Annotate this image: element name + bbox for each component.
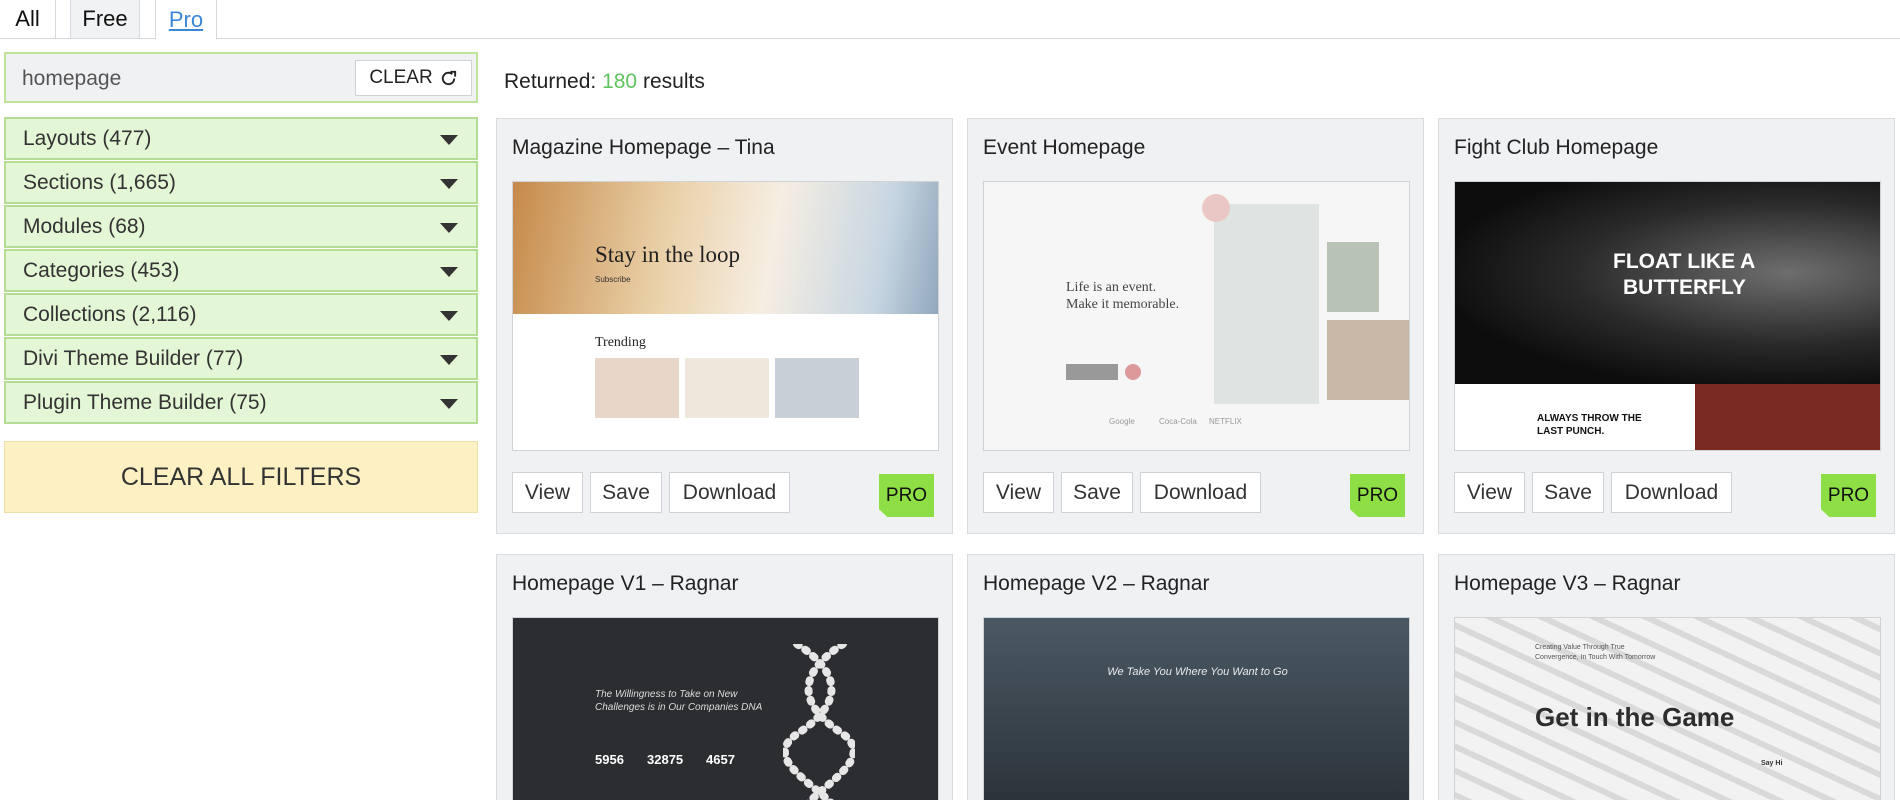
stat-value: 5956	[595, 752, 624, 767]
layout-card: Homepage V1 – Ragnar The Willingness to …	[496, 554, 953, 800]
save-button[interactable]: Save	[1061, 472, 1133, 513]
thumb-subscribe: Subscribe	[595, 275, 631, 284]
filter-label: Collections (2,116)	[23, 302, 197, 326]
thumb-cta: Say Hi	[1761, 760, 1783, 767]
layout-thumbnail[interactable]: We Take You Where You Want to Go	[983, 617, 1410, 800]
pro-badge: PRO	[879, 474, 934, 517]
save-button[interactable]: Save	[590, 472, 662, 513]
thumb-tagline: LAST PUNCH.	[1537, 426, 1605, 437]
caret-down-icon	[440, 179, 458, 189]
logo-text: Google	[1109, 417, 1135, 426]
layout-thumbnail[interactable]: Life is an event. Make it memorable. Goo…	[983, 181, 1410, 451]
thumb-section: Trending	[595, 335, 646, 350]
results-prefix: Returned:	[504, 70, 597, 93]
card-title: Homepage V3 – Ragnar	[1454, 572, 1681, 595]
event-image	[1327, 242, 1379, 312]
filter-divi-theme-builder[interactable]: Divi Theme Builder (77)	[4, 337, 478, 380]
thumb-small-text: Convergence, In Touch With Tomorrow	[1535, 654, 1656, 661]
filter-label: Modules (68)	[23, 214, 146, 238]
thumb-image	[685, 358, 769, 418]
results-suffix: results	[642, 70, 705, 93]
thumb-headline: Life is an event.	[1066, 280, 1157, 295]
layout-card: Fight Club Homepage FLOAT LIKE A BUTTERF…	[1438, 118, 1895, 534]
thumb-small-text: Creating Value Through True	[1535, 644, 1625, 651]
layout-thumbnail[interactable]: Stay in the loop Subscribe Trending	[512, 181, 939, 451]
search-bar: CLEAR	[4, 52, 478, 103]
play-icon	[1125, 364, 1141, 380]
thumb-headline: BUTTERFLY	[1623, 276, 1746, 299]
thumb-line: The Willingness to Take on New	[595, 689, 738, 700]
thumb-headline: We Take You Where You Want to Go	[1107, 666, 1288, 678]
pro-badge: PRO	[1350, 474, 1405, 517]
caret-down-icon	[440, 399, 458, 409]
layout-thumbnail[interactable]: The Willingness to Take on New Challenge…	[512, 617, 939, 800]
download-button[interactable]: Download	[1140, 472, 1261, 513]
caret-down-icon	[440, 311, 458, 321]
caret-down-icon	[440, 267, 458, 277]
view-button[interactable]: View	[1454, 472, 1525, 513]
tab-pro[interactable]: Pro	[155, 0, 217, 40]
filter-label: Categories (453)	[23, 258, 180, 282]
caret-down-icon	[440, 355, 458, 365]
refresh-icon	[441, 70, 456, 85]
thumb-image	[595, 358, 679, 418]
card-title: Homepage V1 – Ragnar	[512, 572, 739, 595]
layout-card: Homepage V3 – Ragnar Creating Value Thro…	[1438, 554, 1895, 800]
card-title: Homepage V2 – Ragnar	[983, 572, 1210, 595]
thumb-headline: FLOAT LIKE A	[1613, 250, 1756, 273]
filter-layouts[interactable]: Layouts (477)	[4, 117, 478, 160]
filter-sections[interactable]: Sections (1,665)	[4, 161, 478, 204]
filter-label: Layouts (477)	[23, 126, 152, 150]
pro-badge: PRO	[1821, 474, 1876, 517]
card-title: Fight Club Homepage	[1454, 136, 1659, 159]
decorative-circle	[1202, 194, 1230, 222]
thumb-tagline: ALWAYS THROW THE	[1537, 413, 1642, 424]
layout-card: Event Homepage Life is an event. Make it…	[967, 118, 1424, 534]
clear-all-filters-button[interactable]: CLEAR ALL FILTERS	[4, 441, 478, 513]
card-title: Magazine Homepage – Tina	[512, 136, 775, 159]
view-button[interactable]: View	[512, 472, 583, 513]
dna-graphic	[783, 644, 855, 800]
filter-label: Divi Theme Builder (77)	[23, 346, 244, 370]
caret-down-icon	[440, 135, 458, 145]
layout-card: Magazine Homepage – Tina Stay in the loo…	[496, 118, 953, 534]
filter-collections[interactable]: Collections (2,116)	[4, 293, 478, 336]
layout-thumbnail[interactable]: Creating Value Through True Convergence,…	[1454, 617, 1881, 800]
layout-card: Homepage V2 – Ragnar We Take You Where Y…	[967, 554, 1424, 800]
stat-value: 32875	[647, 752, 684, 767]
thumb-image	[1695, 384, 1880, 450]
download-button[interactable]: Download	[669, 472, 790, 513]
stat-value: 4657	[706, 752, 735, 767]
thumb-headline: Stay in the loop	[595, 242, 741, 267]
filter-label: Sections (1,665)	[23, 170, 176, 194]
results-summary: Returned: 180 results	[504, 70, 705, 94]
filter-label: Plugin Theme Builder (75)	[23, 390, 267, 414]
clear-search-button[interactable]: CLEAR	[355, 60, 472, 96]
thumb-image	[775, 358, 859, 418]
layout-thumbnail[interactable]: FLOAT LIKE A BUTTERFLY ALWAYS THROW THE …	[1454, 181, 1881, 451]
thumb-line: Challenges is in Our Companies DNA	[595, 702, 763, 713]
search-input[interactable]	[22, 66, 342, 92]
view-button[interactable]: View	[983, 472, 1054, 513]
thumb-headline: Make it memorable.	[1066, 297, 1180, 312]
caret-down-icon	[440, 223, 458, 233]
thumb-cta	[1066, 364, 1118, 380]
tab-free[interactable]: Free	[70, 0, 140, 39]
clear-label: CLEAR	[369, 67, 433, 88]
logo-text: NETFLIX	[1209, 417, 1242, 426]
filter-categories[interactable]: Categories (453)	[4, 249, 478, 292]
download-button[interactable]: Download	[1611, 472, 1732, 513]
event-image	[1327, 320, 1409, 400]
event-image	[1214, 204, 1319, 404]
results-count: 180	[602, 70, 638, 93]
logo-text: Coca-Cola	[1159, 417, 1197, 426]
tab-all[interactable]: All	[0, 0, 56, 39]
filter-modules[interactable]: Modules (68)	[4, 205, 478, 248]
card-title: Event Homepage	[983, 136, 1146, 159]
library-tabs: All Free Pro	[0, 0, 1900, 40]
thumb-headline: Get in the Game	[1535, 702, 1735, 732]
save-button[interactable]: Save	[1532, 472, 1604, 513]
filter-plugin-theme-builder[interactable]: Plugin Theme Builder (75)	[4, 381, 478, 424]
